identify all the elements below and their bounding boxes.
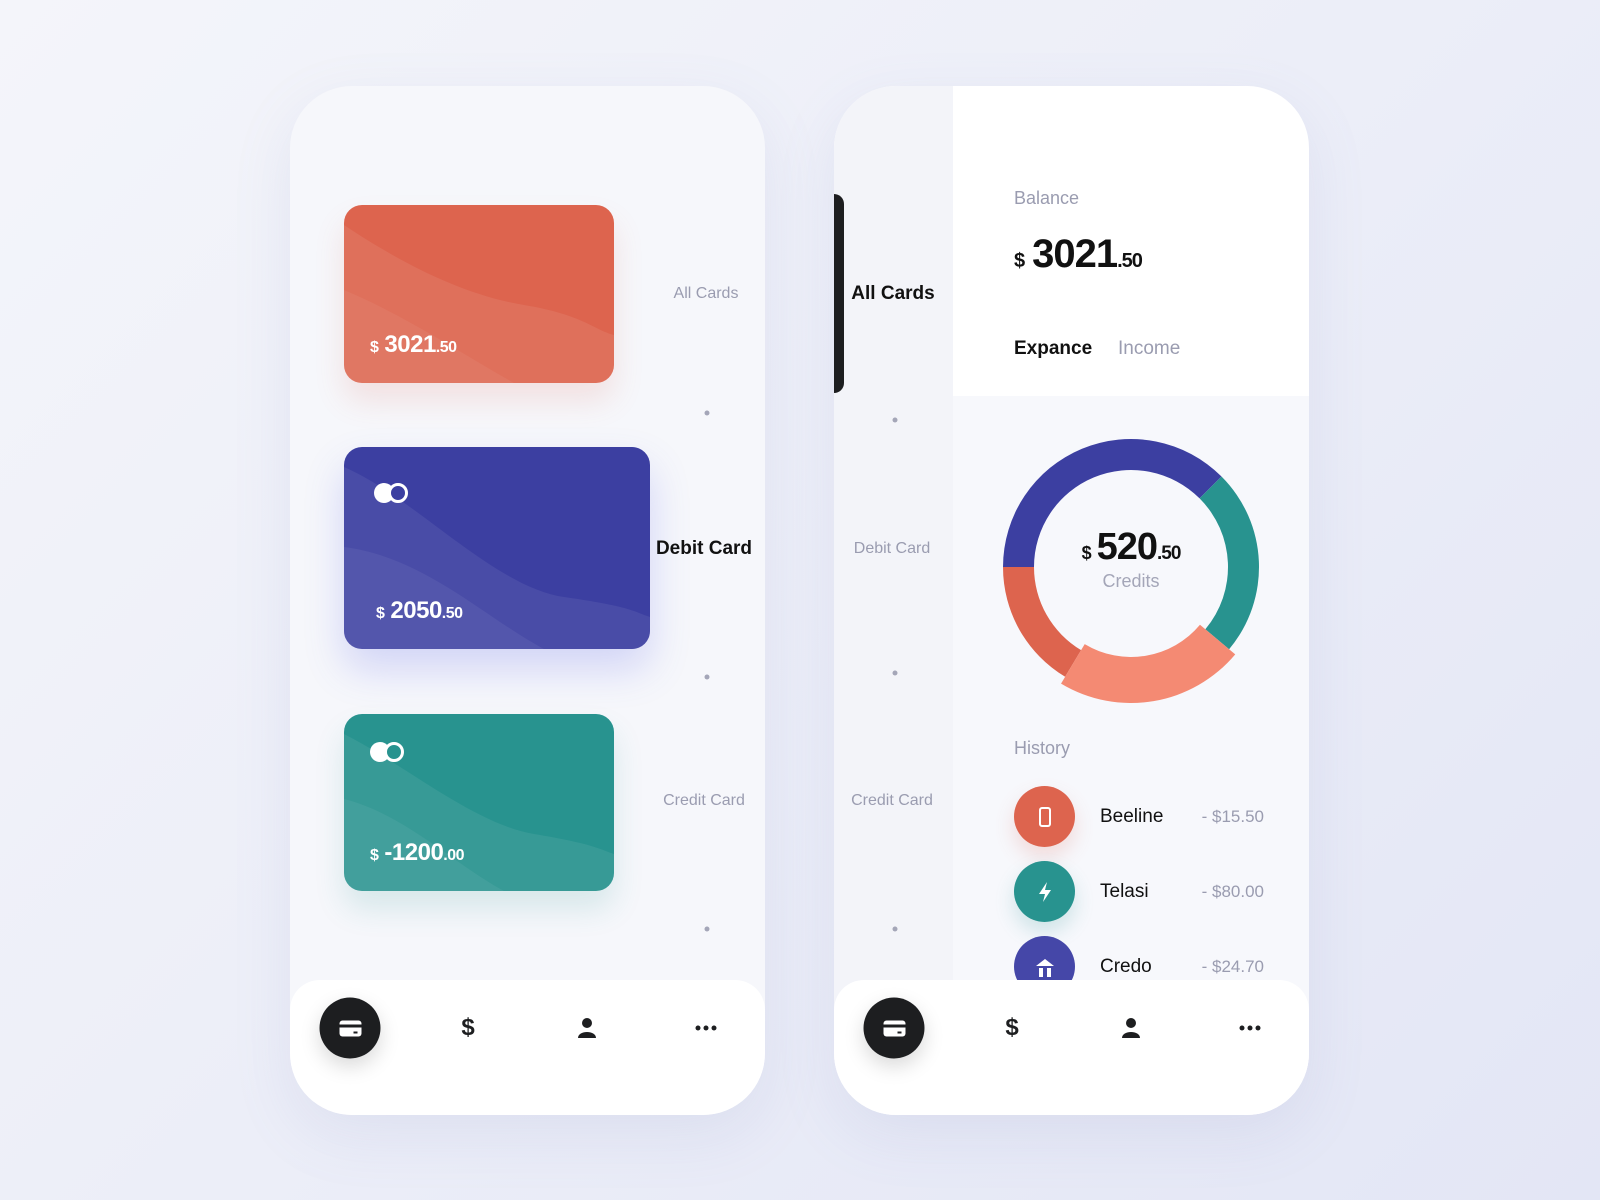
divider-dot <box>704 410 710 416</box>
nav-more-button[interactable] <box>1239 1025 1261 1031</box>
card-icon <box>339 1020 361 1036</box>
sidebar-item-credit-card[interactable]: Credit Card <box>851 792 933 810</box>
history-name: Credo <box>1100 956 1152 977</box>
nav-profile-button[interactable] <box>1122 1018 1140 1038</box>
cards-screen: $3021.50 $2050.50 $ -1200.00 All Cards De… <box>290 86 765 1115</box>
balance-label: Balance <box>1014 188 1080 208</box>
label-credit-card[interactable]: Credit Card <box>663 792 745 810</box>
donut-center: $520.50 Credits <box>1031 526 1231 592</box>
label-debit-card[interactable]: Debit Card <box>656 538 752 560</box>
history-item[interactable]: Beeline - $15.50 <box>1014 786 1264 847</box>
sidebar-item-all-cards[interactable]: All Cards <box>851 283 934 305</box>
dollar-icon: $ <box>1005 1014 1019 1041</box>
divider-dot <box>892 417 898 423</box>
divider-dot <box>892 670 898 676</box>
bank-icon <box>1035 958 1054 977</box>
donut-amount: $520.50 <box>1081 526 1182 568</box>
dollar-icon: $ <box>461 1014 475 1041</box>
card-balance: $3021.50 <box>370 331 457 358</box>
sidebar: All Cards Debit Card Credit Card <box>834 86 953 1115</box>
nav-cards-button[interactable] <box>319 997 381 1059</box>
card-balance: $2050.50 <box>376 597 463 624</box>
balance-amount: $3021.50 <box>1014 232 1143 276</box>
more-icon <box>695 1025 717 1031</box>
divider-dot <box>704 674 710 680</box>
history-label: History <box>1014 738 1071 758</box>
bottom-nav: $ <box>834 980 1309 1115</box>
divider-dot <box>892 926 898 932</box>
nav-dollar-button[interactable]: $ <box>461 1014 474 1042</box>
lightning-icon <box>1038 881 1051 902</box>
label-all-cards[interactable]: All Cards <box>674 285 739 303</box>
nav-profile-button[interactable] <box>578 1018 596 1038</box>
donut-segment <box>1061 624 1236 703</box>
history-amount: - $80.00 <box>1201 882 1264 901</box>
card-icon <box>883 1020 905 1036</box>
history-name: Telasi <box>1100 881 1149 902</box>
user-icon <box>1122 1018 1140 1038</box>
history-item[interactable]: Telasi - $80.00 <box>1014 861 1264 922</box>
nav-cards-button[interactable] <box>863 997 925 1059</box>
card-logo-icon <box>374 481 414 505</box>
phone-icon <box>1038 806 1051 827</box>
card-credit[interactable]: $ -1200.00 <box>344 714 614 891</box>
user-icon <box>578 1018 596 1038</box>
nav-more-button[interactable] <box>695 1025 717 1031</box>
balance-screen: All Cards Debit Card Credit Card Balance… <box>834 86 1309 1115</box>
card-debit[interactable]: $2050.50 <box>344 447 650 649</box>
more-icon <box>1239 1025 1261 1031</box>
donut-label: Credits <box>1102 571 1160 591</box>
bottom-nav: $ <box>290 980 765 1115</box>
sidebar-item-debit-card[interactable]: Debit Card <box>854 540 930 558</box>
history-amount: - $24.70 <box>1201 957 1264 976</box>
card-logo-icon <box>370 740 410 764</box>
history-amount: - $15.50 <box>1201 807 1264 826</box>
card-balance: $ -1200.00 <box>370 839 465 866</box>
divider-dot <box>704 926 710 932</box>
active-indicator <box>834 194 844 393</box>
tab-income[interactable]: Income <box>1118 338 1180 360</box>
tab-expance[interactable]: Expance <box>1014 338 1092 360</box>
nav-dollar-button[interactable]: $ <box>1005 1014 1018 1042</box>
history-name: Beeline <box>1100 806 1164 827</box>
card-main[interactable]: $3021.50 <box>344 205 614 383</box>
